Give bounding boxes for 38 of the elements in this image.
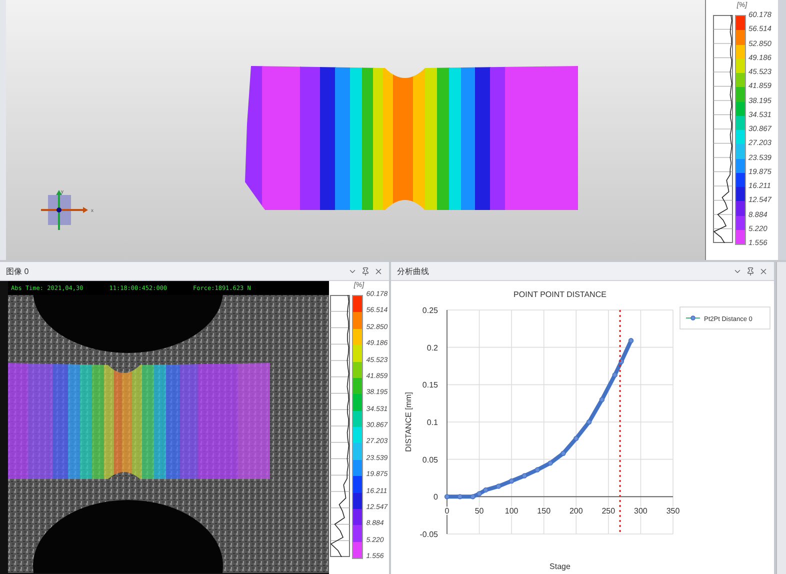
pin-icon[interactable] xyxy=(746,266,755,276)
data-point xyxy=(560,450,566,456)
data-point xyxy=(574,436,579,442)
close-icon[interactable] xyxy=(759,266,768,276)
y-axis-title: DISTANCE [mm] xyxy=(404,392,413,452)
y-tick-label: 0.15 xyxy=(422,380,438,390)
data-point xyxy=(548,460,553,466)
data-point xyxy=(522,473,528,478)
data-point xyxy=(508,478,514,484)
x-tick-label: 350 xyxy=(666,506,680,516)
x-tick-label: 250 xyxy=(602,506,616,516)
data-point xyxy=(496,484,502,489)
y-tick-label: 0.25 xyxy=(422,306,438,315)
data-point xyxy=(586,419,592,425)
data-point xyxy=(599,397,605,402)
x-tick-label: 150 xyxy=(537,506,551,516)
data-point xyxy=(534,467,540,472)
y-tick-label: 0.2 xyxy=(426,343,438,352)
pin-icon[interactable] xyxy=(361,266,370,276)
close-icon[interactable] xyxy=(374,266,383,276)
data-point xyxy=(618,358,624,364)
x-axis-title: Stage xyxy=(550,562,570,571)
y-tick-label: 0 xyxy=(434,492,438,502)
y-tick-label: 0.1 xyxy=(426,418,438,427)
panel-title: 分析曲线 xyxy=(397,266,429,276)
data-point xyxy=(444,494,450,500)
x-tick-label: 300 xyxy=(634,506,648,516)
panel-title: 图像 0 xyxy=(6,266,29,276)
data-point xyxy=(628,338,634,344)
x-tick-label: 200 xyxy=(569,506,583,516)
y-tick-label: -0.05 xyxy=(420,530,438,539)
data-point xyxy=(612,372,618,378)
x-tick-label: 50 xyxy=(474,506,484,516)
y-tick-label: 0.05 xyxy=(422,455,438,464)
chart-title: POINT POINT DISTANCE xyxy=(514,290,606,299)
data-point xyxy=(457,494,463,500)
x-tick-label: 100 xyxy=(504,506,518,516)
scrollbar[interactable] xyxy=(776,262,786,574)
